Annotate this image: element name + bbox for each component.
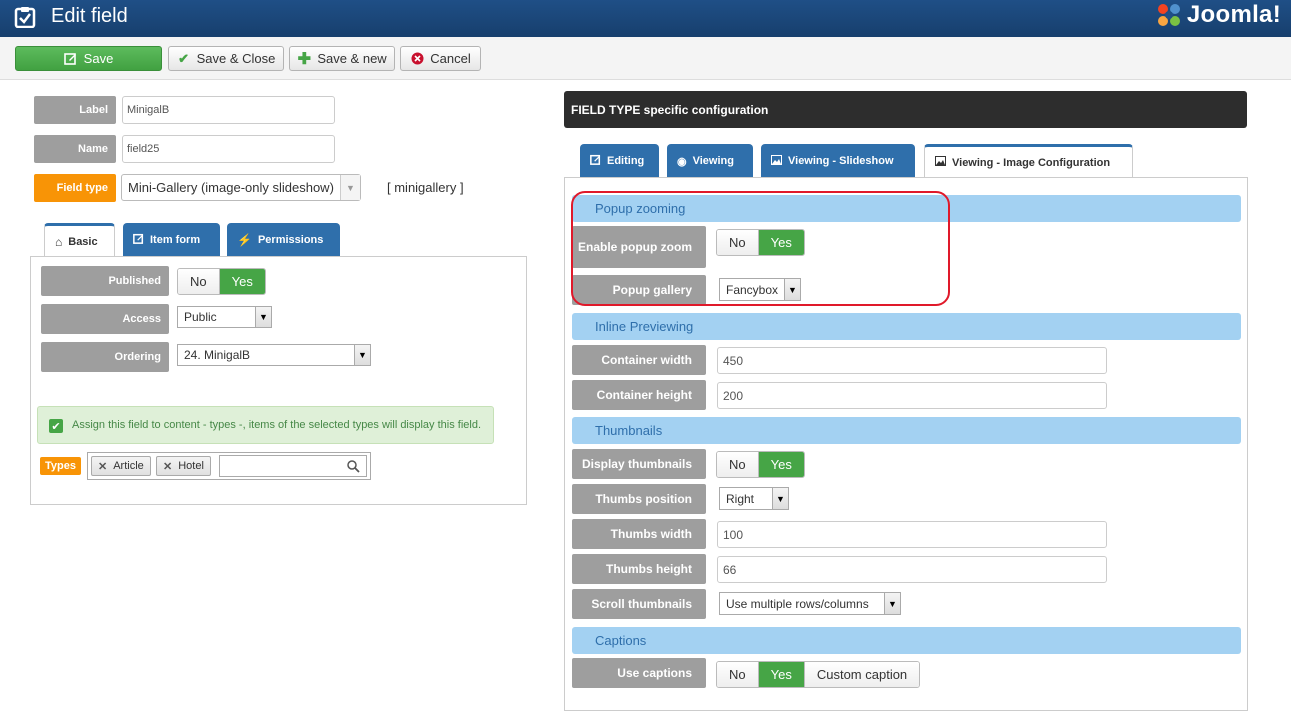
container-width-label: Container width <box>572 345 706 375</box>
joomla-logo: Joomla! <box>1155 0 1281 30</box>
types-multiselect[interactable]: ✕ Article ✕ Hotel <box>87 452 371 480</box>
field-type-config-bar: FIELD TYPE specific configuration <box>564 91 1247 128</box>
published-label: Published <box>41 266 169 296</box>
types-label: Types <box>40 457 81 475</box>
published-no[interactable]: No <box>178 269 220 294</box>
page-title: Edit field <box>51 5 128 27</box>
edit-icon <box>590 154 601 168</box>
label-label: Label <box>34 96 116 124</box>
plug-icon: ⚡ <box>237 233 252 247</box>
save-close-button[interactable]: ✔ Save & Close <box>168 46 284 71</box>
name-input[interactable]: field25 <box>122 135 335 163</box>
scroll-thumbnails-select[interactable]: Use multiple rows/columns ▼ <box>719 592 901 615</box>
chevron-down-icon: ▼ <box>255 307 271 327</box>
types-search-input[interactable] <box>219 455 367 477</box>
type-chip-hotel[interactable]: ✕ Hotel <box>156 456 211 476</box>
logo-text: Joomla! <box>1186 1 1281 28</box>
toolbar: Save ✔ Save & Close ✚ Save & new Cancel <box>0 37 1291 80</box>
scroll-thumbnails-label: Scroll thumbnails <box>572 589 706 619</box>
name-label: Name <box>34 135 116 163</box>
eye-icon: ◉ <box>677 155 687 168</box>
field-type-select[interactable]: Mini-Gallery (image-only slideshow) ▼ <box>121 174 361 201</box>
access-label: Access <box>41 304 169 334</box>
type-chip-article[interactable]: ✕ Article <box>91 456 151 476</box>
image-icon <box>935 156 946 169</box>
thumbs-height-input[interactable]: 66 <box>717 556 1107 583</box>
image-icon <box>771 154 782 168</box>
thumbs-height-label: Thumbs height <box>572 554 706 584</box>
field-type-label: Field type <box>34 174 116 202</box>
display-thumbnails-toggle[interactable]: No Yes <box>716 451 805 478</box>
chevron-down-icon: ▼ <box>354 345 370 365</box>
joomla-logo-icon <box>1157 4 1180 26</box>
section-thumbnails: Thumbnails <box>572 417 1241 444</box>
thumbs-position-select[interactable]: Right ▼ <box>719 487 789 510</box>
display-thumbnails-no[interactable]: No <box>717 452 759 477</box>
remove-icon[interactable]: ✕ <box>163 460 172 473</box>
tab-permissions[interactable]: ⚡ Permissions <box>227 223 340 257</box>
published-toggle[interactable]: No Yes <box>177 268 266 295</box>
field-type-code: [ minigallery ] <box>387 180 464 195</box>
chevron-down-icon: ▼ <box>884 593 900 614</box>
edit-icon <box>64 52 78 66</box>
use-captions-custom[interactable]: Custom caption <box>804 662 920 687</box>
label-input[interactable]: MinigalB <box>122 96 335 124</box>
assign-notice: ✔ Assign this field to content - types -… <box>37 406 494 444</box>
tab-viewing-image-configuration[interactable]: Viewing - Image Configuration <box>924 144 1133 178</box>
thumbs-position-label: Thumbs position <box>572 484 706 514</box>
header: Edit field Joomla! <box>0 0 1291 37</box>
published-yes[interactable]: Yes <box>219 269 265 294</box>
save-new-button[interactable]: ✚ Save & new <box>289 46 395 71</box>
cancel-button[interactable]: Cancel <box>400 46 481 71</box>
tab-basic[interactable]: ⌂ Basic <box>44 223 115 257</box>
ordering-label: Ordering <box>41 342 169 372</box>
highlight-outline <box>571 191 950 306</box>
tab-item-form[interactable]: Item form <box>123 223 220 257</box>
display-thumbnails-label: Display thumbnails <box>572 449 706 479</box>
use-captions-yes[interactable]: Yes <box>758 662 805 687</box>
section-captions: Captions <box>572 627 1241 654</box>
use-captions-label: Use captions <box>572 658 706 688</box>
chevron-down-icon: ▼ <box>340 175 360 200</box>
thumbs-width-label: Thumbs width <box>572 519 706 549</box>
checkbox-checked-icon[interactable]: ✔ <box>49 419 63 433</box>
checklist-icon <box>14 7 36 28</box>
tab-viewing[interactable]: ◉ Viewing <box>667 144 753 178</box>
chevron-down-icon: ▼ <box>772 488 788 509</box>
access-select[interactable]: Public ▼ <box>177 306 272 328</box>
save-button[interactable]: Save <box>15 46 162 71</box>
checkmark-icon: ✔ <box>178 50 190 66</box>
cancel-icon <box>410 52 424 66</box>
tab-viewing-slideshow[interactable]: Viewing - Slideshow <box>761 144 915 178</box>
remove-icon[interactable]: ✕ <box>98 460 107 473</box>
section-inline-previewing: Inline Previewing <box>572 313 1241 340</box>
thumbs-width-input[interactable]: 100 <box>717 521 1107 548</box>
home-icon: ⌂ <box>55 234 63 249</box>
container-width-input[interactable]: 450 <box>717 347 1107 374</box>
ordering-select[interactable]: 24. MinigalB ▼ <box>177 344 371 366</box>
use-captions-toggle[interactable]: No Yes Custom caption <box>716 661 921 688</box>
container-height-label: Container height <box>572 380 706 410</box>
search-icon <box>347 460 360 473</box>
container-height-input[interactable]: 200 <box>717 382 1107 409</box>
use-captions-no[interactable]: No <box>717 662 759 687</box>
edit-icon <box>133 233 144 247</box>
display-thumbnails-yes[interactable]: Yes <box>758 452 804 477</box>
tab-editing[interactable]: Editing <box>580 144 659 178</box>
plus-icon: ✚ <box>297 50 312 68</box>
